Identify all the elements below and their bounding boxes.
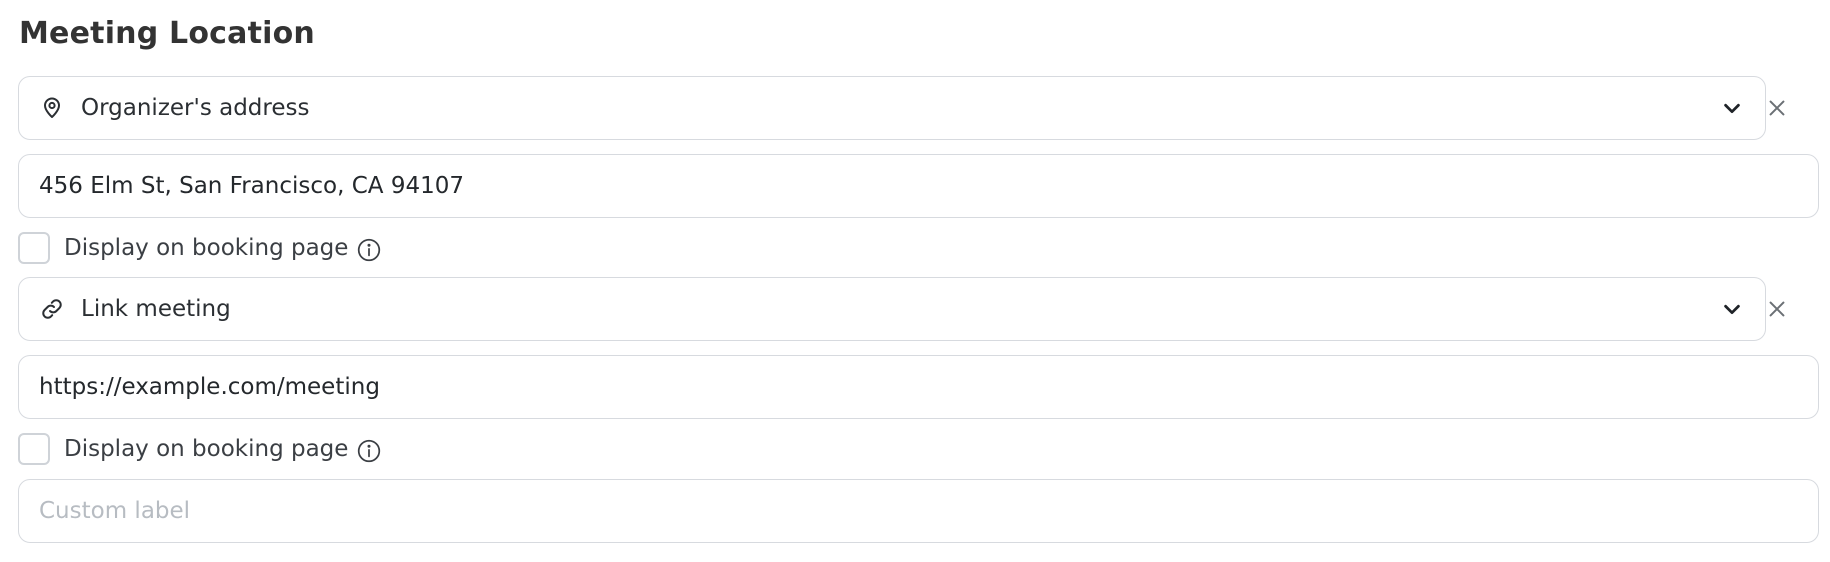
location-type-select-1[interactable]: Organizer's address: [18, 76, 1766, 140]
meeting-link-input[interactable]: [39, 371, 1798, 403]
info-icon[interactable]: [356, 438, 382, 464]
meeting-location-section: Meeting Location Organizer's address Dis…: [0, 0, 1830, 562]
link-icon: [39, 296, 65, 322]
location-type-label: Organizer's address: [81, 95, 310, 121]
close-icon: [1766, 97, 1788, 119]
meeting-link-field[interactable]: [18, 355, 1819, 419]
display-on-booking-checkbox-2[interactable]: [18, 433, 50, 465]
remove-location-button-1[interactable]: [1760, 91, 1794, 125]
location-type-select-2[interactable]: Link meeting: [18, 277, 1766, 341]
remove-location-button-2[interactable]: [1760, 292, 1794, 326]
display-on-booking-row-2: Display on booking page: [18, 432, 382, 466]
display-on-booking-checkbox-1[interactable]: [18, 232, 50, 264]
display-on-booking-label: Display on booking page: [64, 436, 349, 462]
custom-label-input[interactable]: [39, 495, 1798, 527]
location-type-label: Link meeting: [81, 296, 231, 322]
chevron-down-icon[interactable]: [1719, 95, 1745, 121]
map-pin-icon: [39, 95, 65, 121]
info-icon[interactable]: [356, 237, 382, 263]
address-field[interactable]: [18, 154, 1819, 218]
custom-label-field[interactable]: [18, 479, 1819, 543]
display-on-booking-label: Display on booking page: [64, 235, 349, 261]
section-title: Meeting Location: [19, 16, 315, 51]
address-input[interactable]: [39, 170, 1798, 202]
display-on-booking-row-1: Display on booking page: [18, 231, 382, 265]
chevron-down-icon[interactable]: [1719, 296, 1745, 322]
close-icon: [1766, 298, 1788, 320]
